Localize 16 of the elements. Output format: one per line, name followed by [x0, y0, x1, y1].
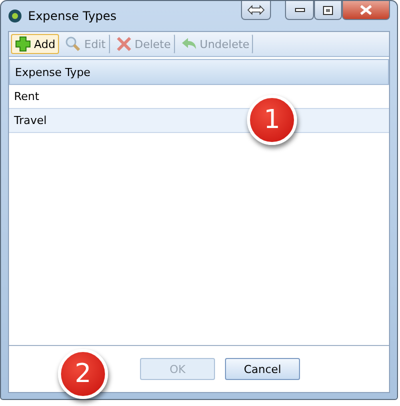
maximize-icon [323, 6, 333, 14]
minimize-icon [294, 8, 304, 12]
maximize-button[interactable] [314, 1, 342, 20]
close-icon [360, 5, 372, 15]
resize-button[interactable] [241, 1, 271, 20]
app-icon [8, 9, 22, 23]
column-header[interactable]: Expense Type [9, 59, 389, 85]
double-arrow-icon [247, 5, 265, 15]
close-button[interactable] [342, 1, 390, 20]
plus-icon [15, 36, 31, 52]
window-title: Expense Types [28, 9, 117, 23]
cross-icon [116, 36, 132, 52]
cancel-button[interactable]: Cancel [225, 358, 300, 380]
magnifier-icon [65, 36, 82, 52]
minimize-button[interactable] [285, 1, 314, 20]
toolbar-button[interactable]: Add [11, 34, 60, 54]
